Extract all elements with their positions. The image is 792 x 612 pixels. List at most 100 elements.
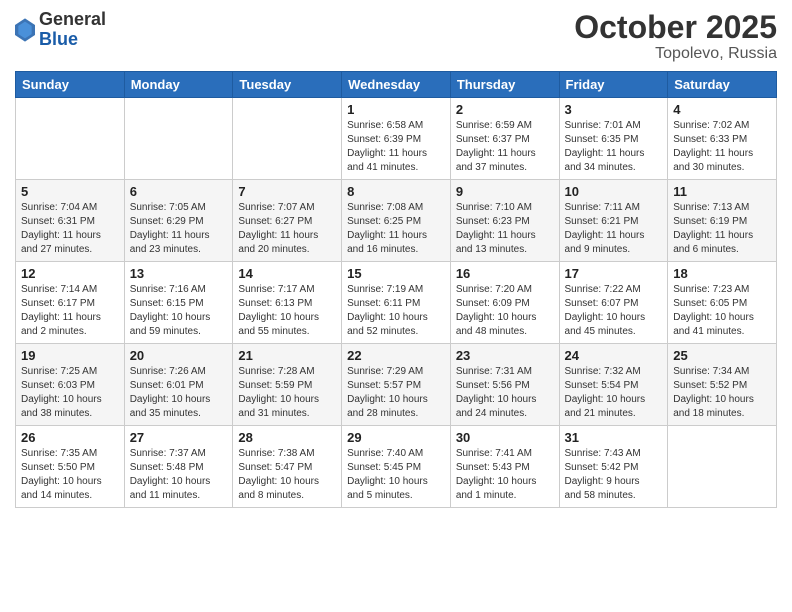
day-number: 22 [347,348,445,363]
table-row: 7Sunrise: 7:07 AM Sunset: 6:27 PM Daylig… [233,180,342,262]
day-number: 5 [21,184,119,199]
location: Topolevo, Russia [574,45,777,63]
day-info: Sunrise: 7:28 AM Sunset: 5:59 PM Dayligh… [238,365,336,421]
day-info: Sunrise: 7:31 AM Sunset: 5:56 PM Dayligh… [456,365,554,421]
day-info: Sunrise: 7:38 AM Sunset: 5:47 PM Dayligh… [238,447,336,503]
day-number: 4 [673,102,771,117]
day-number: 3 [565,102,663,117]
logo-text: General Blue [39,10,106,50]
day-info: Sunrise: 7:08 AM Sunset: 6:25 PM Dayligh… [347,201,445,257]
day-info: Sunrise: 7:29 AM Sunset: 5:57 PM Dayligh… [347,365,445,421]
table-row: 25 Sunrise: 7:34 AM Sunset: 5:52 PM Dayli… [668,344,777,426]
day-number: 17 [565,266,663,281]
col-tuesday: Tuesday [233,72,342,98]
table-row: 10 Sunrise: 7:11 AM Sunset: 6:21 PM Dayli… [559,180,668,262]
page: General Blue October 2025 Topolevo, Russ… [0,0,792,612]
table-row: 13 Sunrise: 7:16 AM Sunset: 6:15 PM Dayli… [124,262,233,344]
table-row: 23Sunrise: 7:31 AM Sunset: 5:56 PM Dayli… [450,344,559,426]
day-info: Sunrise: 7:23 AM Sunset: 6:05 PM Dayligh… [673,283,771,339]
day-info: Sunrise: 6:59 AM Sunset: 6:37 PM Dayligh… [456,119,554,175]
table-row: 6 Sunrise: 7:05 AM Sunset: 6:29 PM Daylig… [124,180,233,262]
table-row: 18 Sunrise: 7:23 AM Sunset: 6:05 PM Dayli… [668,262,777,344]
day-number: 6 [130,184,228,199]
day-number: 13 [130,266,228,281]
table-row: 19 Sunrise: 7:25 AM Sunset: 6:03 PM Dayli… [16,344,125,426]
day-info: Sunrise: 7:05 AM Sunset: 6:29 PM Dayligh… [130,201,228,257]
table-row: 27Sunrise: 7:37 AM Sunset: 5:48 PM Dayli… [124,426,233,508]
day-number: 7 [238,184,336,199]
day-info: Sunrise: 7:11 AM Sunset: 6:21 PM Dayligh… [565,201,663,257]
day-number: 11 [673,184,771,199]
day-number: 26 [21,430,119,445]
table-row: 11Sunrise: 7:13 AM Sunset: 6:19 PM Dayli… [668,180,777,262]
table-row: 15 Sunrise: 7:19 AM Sunset: 6:11 PM Dayli… [342,262,451,344]
table-row: 9 Sunrise: 7:10 AM Sunset: 6:23 PM Daylig… [450,180,559,262]
calendar-week-4: 19 Sunrise: 7:25 AM Sunset: 6:03 PM Dayli… [16,344,777,426]
table-row [668,426,777,508]
day-number: 12 [21,266,119,281]
calendar-week-2: 5 Sunrise: 7:04 AM Sunset: 6:31 PM Daylig… [16,180,777,262]
day-number: 10 [565,184,663,199]
calendar-header-row: Sunday Monday Tuesday Wednesday Thursday… [16,72,777,98]
col-wednesday: Wednesday [342,72,451,98]
day-number: 25 [673,348,771,363]
table-row: 16 Sunrise: 7:20 AM Sunset: 6:09 PM Dayli… [450,262,559,344]
calendar-table: Sunday Monday Tuesday Wednesday Thursday… [15,71,777,508]
day-info: Sunrise: 7:35 AM Sunset: 5:50 PM Dayligh… [21,447,119,503]
table-row: 31Sunrise: 7:43 AM Sunset: 5:42 PM Dayli… [559,426,668,508]
calendar-week-3: 12 Sunrise: 7:14 AM Sunset: 6:17 PM Dayli… [16,262,777,344]
day-info: Sunrise: 6:58 AM Sunset: 6:39 PM Dayligh… [347,119,445,175]
day-number: 9 [456,184,554,199]
col-friday: Friday [559,72,668,98]
day-info: Sunrise: 7:04 AM Sunset: 6:31 PM Dayligh… [21,201,119,257]
logo-icon [15,18,35,42]
day-number: 20 [130,348,228,363]
day-info: Sunrise: 7:26 AM Sunset: 6:01 PM Dayligh… [130,365,228,421]
day-info: Sunrise: 7:16 AM Sunset: 6:15 PM Dayligh… [130,283,228,339]
logo-general: General [39,9,106,29]
day-info: Sunrise: 7:20 AM Sunset: 6:09 PM Dayligh… [456,283,554,339]
calendar-week-5: 26 Sunrise: 7:35 AM Sunset: 5:50 PM Dayli… [16,426,777,508]
day-number: 8 [347,184,445,199]
header: General Blue October 2025 Topolevo, Russ… [15,10,777,63]
table-row: 8 Sunrise: 7:08 AM Sunset: 6:25 PM Daylig… [342,180,451,262]
day-number: 15 [347,266,445,281]
day-info: Sunrise: 7:34 AM Sunset: 5:52 PM Dayligh… [673,365,771,421]
col-sunday: Sunday [16,72,125,98]
table-row [16,98,125,180]
day-number: 16 [456,266,554,281]
day-number: 19 [21,348,119,363]
day-info: Sunrise: 7:17 AM Sunset: 6:13 PM Dayligh… [238,283,336,339]
table-row [233,98,342,180]
table-row: 22 Sunrise: 7:29 AM Sunset: 5:57 PM Dayli… [342,344,451,426]
table-row: 20 Sunrise: 7:26 AM Sunset: 6:01 PM Dayli… [124,344,233,426]
table-row: 21 Sunrise: 7:28 AM Sunset: 5:59 PM Dayli… [233,344,342,426]
day-number: 24 [565,348,663,363]
day-number: 1 [347,102,445,117]
table-row: 1 Sunrise: 6:58 AM Sunset: 6:39 PM Daylig… [342,98,451,180]
day-info: Sunrise: 7:19 AM Sunset: 6:11 PM Dayligh… [347,283,445,339]
day-number: 30 [456,430,554,445]
day-info: Sunrise: 7:25 AM Sunset: 6:03 PM Dayligh… [21,365,119,421]
table-row: 26 Sunrise: 7:35 AM Sunset: 5:50 PM Dayli… [16,426,125,508]
col-monday: Monday [124,72,233,98]
day-number: 18 [673,266,771,281]
table-row [124,98,233,180]
logo-blue: Blue [39,29,78,49]
day-info: Sunrise: 7:32 AM Sunset: 5:54 PM Dayligh… [565,365,663,421]
day-info: Sunrise: 7:01 AM Sunset: 6:35 PM Dayligh… [565,119,663,175]
table-row: 24 Sunrise: 7:32 AM Sunset: 5:54 PM Dayli… [559,344,668,426]
table-row: 29Sunrise: 7:40 AM Sunset: 5:45 PM Dayli… [342,426,451,508]
day-number: 21 [238,348,336,363]
day-number: 29 [347,430,445,445]
day-number: 2 [456,102,554,117]
day-info: Sunrise: 7:02 AM Sunset: 6:33 PM Dayligh… [673,119,771,175]
day-number: 27 [130,430,228,445]
table-row: 12 Sunrise: 7:14 AM Sunset: 6:17 PM Dayli… [16,262,125,344]
day-info: Sunrise: 7:10 AM Sunset: 6:23 PM Dayligh… [456,201,554,257]
day-info: Sunrise: 7:22 AM Sunset: 6:07 PM Dayligh… [565,283,663,339]
day-info: Sunrise: 7:14 AM Sunset: 6:17 PM Dayligh… [21,283,119,339]
day-number: 28 [238,430,336,445]
day-number: 14 [238,266,336,281]
table-row: 28 Sunrise: 7:38 AM Sunset: 5:47 PM Dayli… [233,426,342,508]
